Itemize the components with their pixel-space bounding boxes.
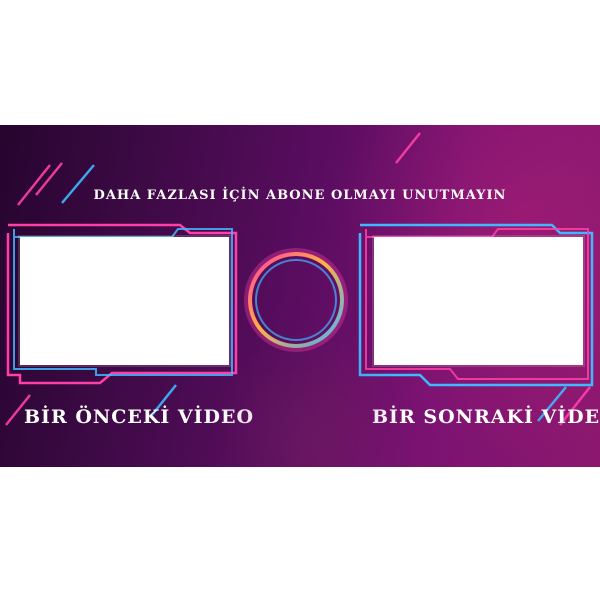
- neon-ring-icon: [244, 248, 348, 352]
- previous-video-label: BİR ÖNCEKİ VİDEO: [24, 406, 255, 428]
- previous-video-frame[interactable]: [20, 237, 229, 365]
- next-video-label: BİR SONRAKİ VİDEO: [372, 406, 600, 428]
- next-video-frame[interactable]: [374, 237, 583, 365]
- end-screen-banner: DAHA FAZLASI İÇİN ABONE OLMAYI UNUTMAYIN…: [0, 125, 600, 467]
- subscribe-reminder-headline: DAHA FAZLASI İÇİN ABONE OLMAYI UNUTMAYIN: [93, 188, 507, 203]
